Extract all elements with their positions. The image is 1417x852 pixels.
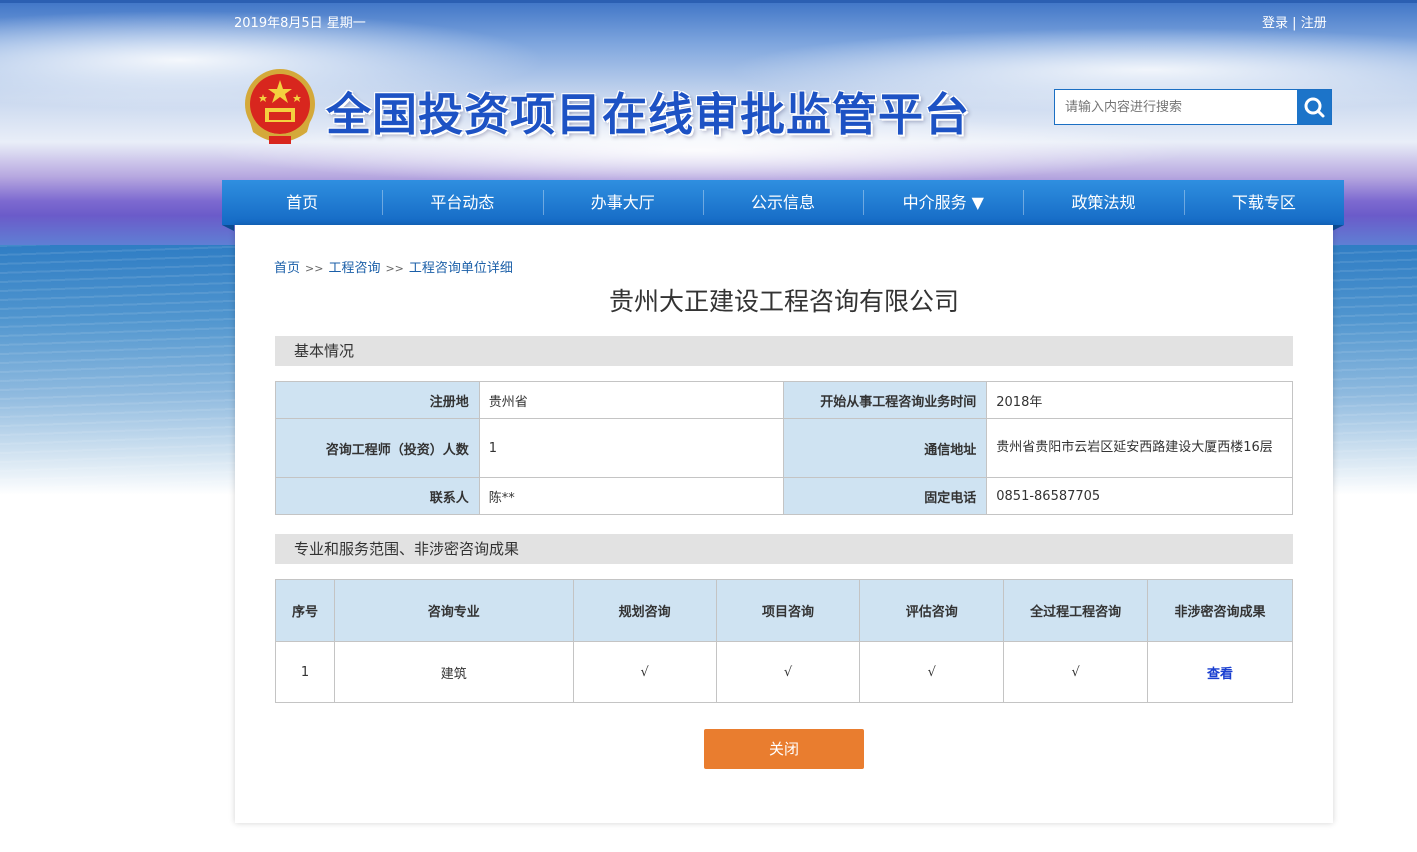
search-box <box>1054 89 1332 125</box>
column-header: 全过程工程咨询 <box>1003 579 1149 642</box>
row-project-check: √ <box>715 641 861 703</box>
info-value: 2018年 <box>986 381 1293 419</box>
close-button[interactable]: 关闭 <box>704 729 864 769</box>
services-table: 序号 咨询专业 规划咨询 项目咨询 评估咨询 全过程工程咨询 非涉密咨询成果 1… <box>275 579 1293 703</box>
table-row: 注册地 贵州省 开始从事工程咨询业务时间 2018年 <box>275 381 1293 419</box>
company-name: 贵州大正建设工程咨询有限公司 <box>608 287 959 316</box>
column-header: 项目咨询 <box>715 579 861 642</box>
column-header: 咨询专业 <box>333 579 574 642</box>
breadcrumb-separator: >> <box>305 262 324 275</box>
detail-card: 首页 >> 工程咨询 >> 工程咨询单位详细 贵州大正建设工程咨询有限公司 基本情况 注… <box>235 225 1333 823</box>
info-value: 贵州省贵阳市云岩区延安西路建设大厦西楼16层 <box>986 418 1293 478</box>
breadcrumb: 首页 >> 工程咨询 >> 工程咨询单位详细 <box>274 257 513 276</box>
view-results-link[interactable]: 查看 <box>1207 667 1233 682</box>
column-header: 评估咨询 <box>859 579 1005 642</box>
nav-fold-left <box>222 225 234 231</box>
login-link[interactable]: 登录 <box>1262 16 1288 31</box>
column-header: 序号 <box>275 579 335 642</box>
table-row: 咨询工程师（投资）人数 1 通信地址 贵州省贵阳市云岩区延安西路建设大厦西楼16… <box>275 418 1293 478</box>
basic-info-table: 注册地 贵州省 开始从事工程咨询业务时间 2018年 咨询工程师（投资）人数 1… <box>275 381 1293 515</box>
nav-item-home[interactable]: 首页 <box>222 180 382 225</box>
breadcrumb-separator: >> <box>385 262 404 275</box>
row-results-cell: 查看 <box>1147 641 1293 703</box>
row-major: 建筑 <box>333 641 574 703</box>
national-emblem-icon <box>245 69 315 144</box>
nav-item-downloads[interactable]: 下载专区 <box>1183 180 1344 225</box>
section-basic-title: 基本情况 <box>275 336 1293 366</box>
main-nav: 首页 平台动态 办事大厅 公示信息 中介服务 ▼ 政策法规 下载专区 <box>222 180 1344 225</box>
info-key: 通信地址 <box>783 418 988 478</box>
info-value: 陈** <box>478 477 785 515</box>
site-title: 全国投资项目在线审批监管平台 <box>326 88 971 141</box>
info-key: 固定电话 <box>783 477 988 515</box>
search-icon <box>1304 97 1325 118</box>
info-value: 0851-86587705 <box>986 477 1293 515</box>
info-key: 注册地 <box>275 381 480 419</box>
column-header: 非涉密咨询成果 <box>1147 579 1293 642</box>
column-header: 规划咨询 <box>572 579 717 642</box>
breadcrumb-home[interactable]: 首页 <box>274 261 300 276</box>
top-strip <box>0 0 1417 3</box>
page: 2019年8月5日 星期一 登录 | 注册 全国投资项目在线审批监管平台 首页 … <box>0 0 1417 852</box>
breadcrumb-unit-detail[interactable]: 工程咨询单位详细 <box>409 261 513 276</box>
nav-item-agency-services[interactable]: 中介服务 ▼ <box>863 180 1023 225</box>
nav-item-service-hall[interactable]: 办事大厅 <box>542 180 703 225</box>
table-header-row: 序号 咨询专业 规划咨询 项目咨询 评估咨询 全过程工程咨询 非涉密咨询成果 <box>275 579 1293 642</box>
row-whole-process-check: √ <box>1003 641 1149 703</box>
info-key: 联系人 <box>275 477 480 515</box>
breadcrumb-consulting[interactable]: 工程咨询 <box>328 261 380 276</box>
search-button[interactable] <box>1297 90 1331 124</box>
nav-item-policies[interactable]: 政策法规 <box>1023 180 1183 225</box>
table-row: 1 建筑 √ √ √ √ 查看 <box>275 641 1293 703</box>
register-link[interactable]: 注册 <box>1301 16 1327 31</box>
current-date: 2019年8月5日 星期一 <box>234 16 366 31</box>
table-row: 联系人 陈** 固定电话 0851-86587705 <box>275 477 1293 515</box>
row-planning-check: √ <box>572 641 717 703</box>
row-evaluation-check: √ <box>859 641 1005 703</box>
search-input[interactable] <box>1055 90 1297 124</box>
auth-separator: | <box>1292 16 1297 31</box>
info-value: 贵州省 <box>478 381 785 419</box>
nav-item-public-info[interactable]: 公示信息 <box>702 180 863 225</box>
row-index: 1 <box>275 641 335 703</box>
nav-item-platform-news[interactable]: 平台动态 <box>382 180 542 225</box>
info-key: 开始从事工程咨询业务时间 <box>783 381 988 419</box>
auth-links: 登录 | 注册 <box>1262 12 1327 31</box>
info-key: 咨询工程师（投资）人数 <box>275 418 480 478</box>
nav-fold-right <box>1332 225 1344 231</box>
info-value: 1 <box>478 418 785 478</box>
section-services-title: 专业和服务范围、非涉密咨询成果 <box>275 534 1293 564</box>
